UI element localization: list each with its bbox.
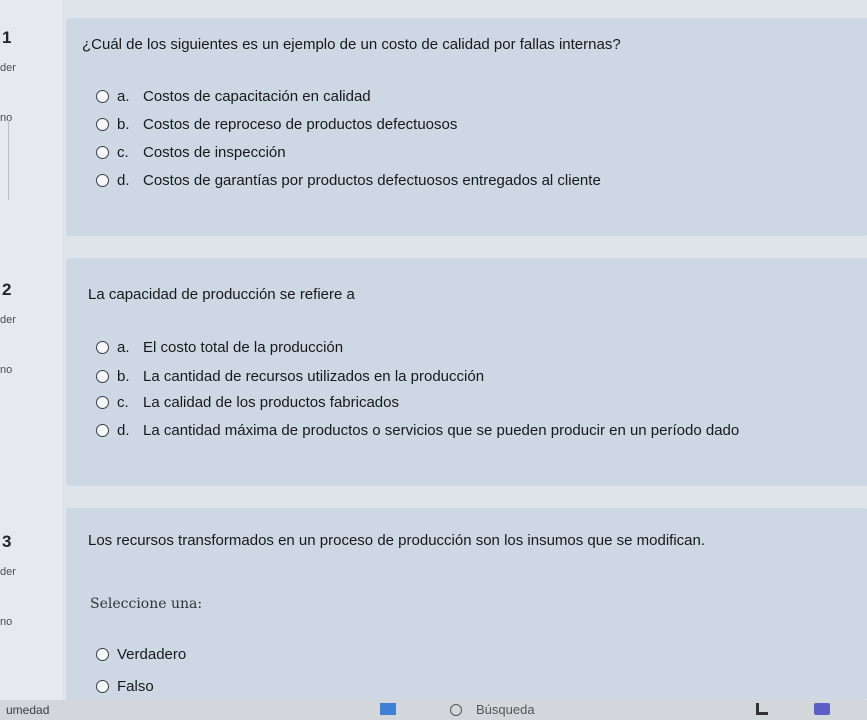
option-label: Verdadero: [117, 646, 187, 663]
start-icon[interactable]: [380, 703, 396, 715]
option-letter: a.: [117, 88, 130, 105]
radio-button[interactable]: [96, 341, 109, 354]
radio-button[interactable]: [96, 424, 109, 437]
question-text: La capacidad de producción se refiere a: [88, 286, 355, 303]
option-b[interactable]: b. Costos de reproceso de productos defe…: [96, 116, 457, 133]
question-text: ¿Cuál de los siguientes es un ejemplo de…: [82, 36, 621, 53]
question-state: der: [0, 62, 16, 74]
radio-button[interactable]: [96, 90, 109, 103]
select-one-prompt: Seleccione una:: [90, 596, 203, 612]
question-card-3: Los recursos transformados en un proceso…: [66, 508, 867, 700]
option-label: La cantidad de recursos utilizados en la…: [143, 368, 485, 385]
option-true[interactable]: Verdadero: [96, 646, 186, 663]
radio-button[interactable]: [96, 118, 109, 131]
option-label: La cantidad máxima de productos o servic…: [143, 422, 740, 439]
option-d[interactable]: d. La cantidad máxima de productos o ser…: [96, 422, 739, 439]
option-label: La calidad de los productos fabricados: [143, 394, 399, 411]
sidebar-divider: [8, 120, 9, 200]
option-label: Costos de inspección: [143, 144, 286, 161]
option-letter: a.: [117, 339, 130, 356]
file-explorer-icon[interactable]: [756, 703, 768, 715]
weather-widget[interactable]: umedad: [6, 703, 49, 717]
option-a[interactable]: a. El costo total de la producción: [96, 339, 343, 356]
radio-button[interactable]: [96, 680, 109, 693]
question-number: 2: [2, 280, 12, 299]
question-card-1: ¿Cuál de los siguientes es un ejemplo de…: [66, 18, 867, 236]
radio-button[interactable]: [96, 370, 109, 383]
radio-button[interactable]: [96, 648, 109, 661]
search-label: Búsqueda: [476, 702, 535, 717]
taskbar: umedad Búsqueda: [0, 700, 867, 720]
radio-button[interactable]: [96, 146, 109, 159]
question-mark: no: [0, 616, 13, 628]
option-c[interactable]: c. Costos de inspección: [96, 144, 286, 161]
question-mark: no: [0, 112, 13, 124]
option-letter: c.: [117, 394, 129, 411]
option-false[interactable]: Falso: [96, 678, 154, 695]
option-label: Falso: [117, 678, 154, 695]
teams-icon[interactable]: [814, 703, 830, 715]
question-state: der: [0, 314, 16, 326]
option-label: Costos de reproceso de productos defectu…: [143, 116, 458, 133]
option-letter: b.: [117, 116, 130, 133]
radio-button[interactable]: [96, 396, 109, 409]
option-letter: b.: [117, 368, 130, 385]
option-letter: d.: [117, 172, 130, 189]
option-letter: c.: [117, 144, 129, 161]
question-sidebar: 1 der no 2 der no 3 der no: [0, 0, 62, 700]
option-d[interactable]: d. Costos de garantías por productos def…: [96, 172, 601, 189]
option-label: Costos de capacitación en calidad: [143, 88, 371, 105]
option-a[interactable]: a. Costos de capacitación en calidad: [96, 88, 371, 105]
search-icon: [450, 703, 462, 716]
option-letter: d.: [117, 422, 130, 439]
option-label: El costo total de la producción: [143, 339, 344, 356]
question-state: der: [0, 566, 16, 578]
question-text: Los recursos transformados en un proceso…: [88, 532, 705, 549]
option-c[interactable]: c. La calidad de los productos fabricado…: [96, 394, 399, 411]
radio-button[interactable]: [96, 174, 109, 187]
question-number: 1: [2, 28, 12, 47]
option-label: Costos de garantías por productos defect…: [143, 172, 601, 189]
taskbar-search[interactable]: Búsqueda: [450, 702, 535, 717]
option-b[interactable]: b. La cantidad de recursos utilizados en…: [96, 368, 484, 385]
question-mark: no: [0, 364, 13, 376]
question-card-2: La capacidad de producción se refiere a …: [66, 258, 867, 486]
question-number: 3: [2, 532, 12, 551]
